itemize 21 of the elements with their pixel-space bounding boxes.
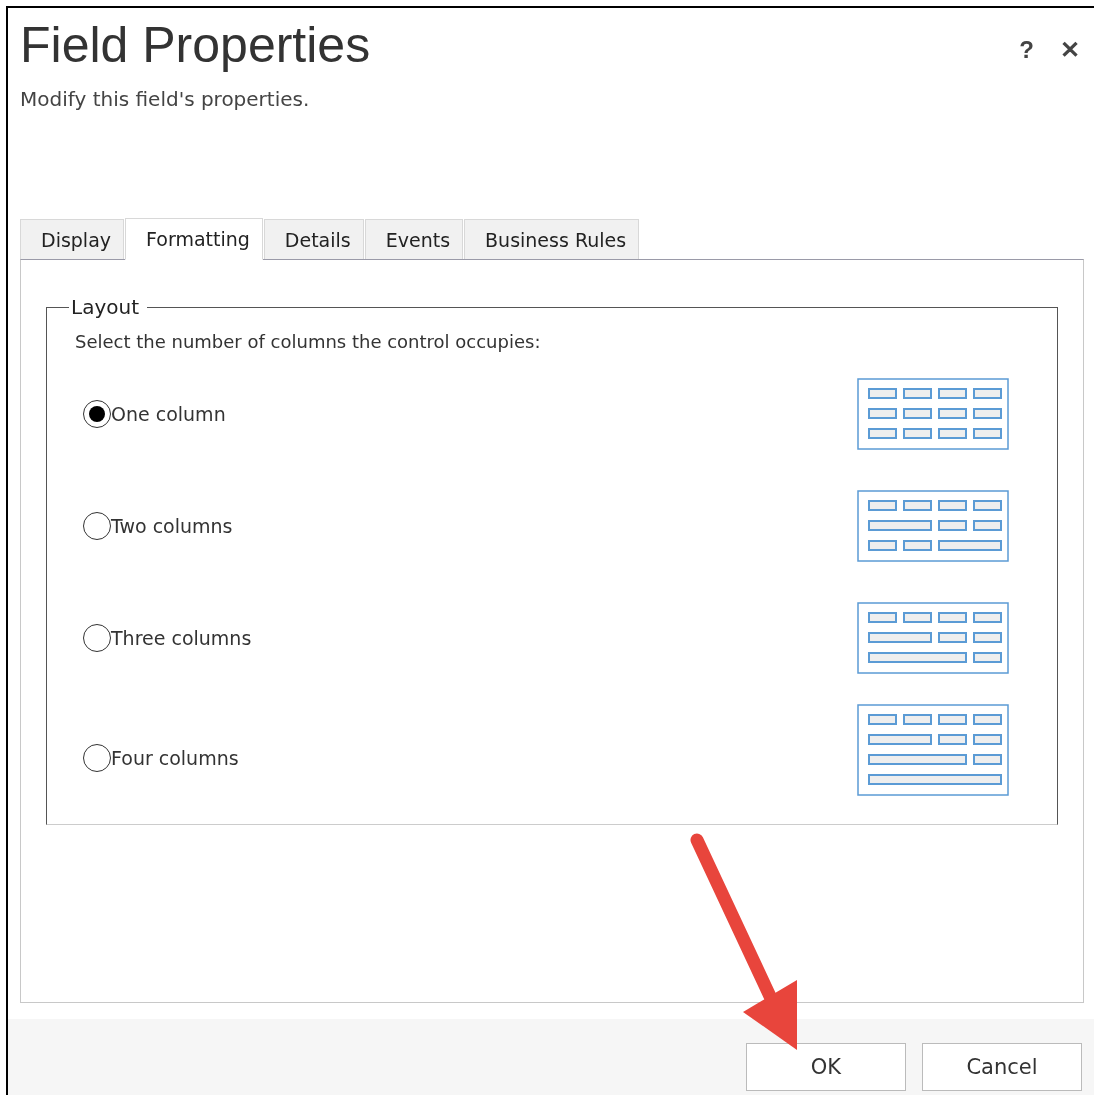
prompt-text: Select the number of columns the control occupies:	[75, 331, 542, 352]
radio-option[interactable]: Four columns	[83, 744, 239, 772]
layout-icon	[857, 602, 1009, 674]
ok-button[interactable]: OK	[746, 1043, 906, 1091]
help-button[interactable]: ?	[1019, 36, 1034, 64]
layout-icon	[857, 704, 1009, 796]
tab[interactable]: Formatting	[125, 218, 263, 260]
layout-icon	[857, 490, 1009, 562]
tab[interactable]: Display	[20, 219, 125, 259]
tab[interactable]: Business Rules	[464, 219, 640, 259]
dialog-title: Field Properties	[20, 18, 371, 73]
tab[interactable]: Events	[364, 219, 464, 259]
radio-option[interactable]: Two columns	[83, 512, 233, 540]
group-legend: Layout	[69, 295, 147, 319]
close-button[interactable]: ✕	[1060, 36, 1080, 64]
cancel-button[interactable]: Cancel	[922, 1043, 1082, 1091]
radio-option[interactable]: Three columns	[83, 624, 252, 652]
radio-option[interactable]: One column	[83, 400, 226, 428]
tab[interactable]: Details	[263, 219, 364, 259]
layout-icon	[857, 378, 1009, 450]
dialog-subtitle: Modify this field's properties.	[20, 87, 311, 111]
